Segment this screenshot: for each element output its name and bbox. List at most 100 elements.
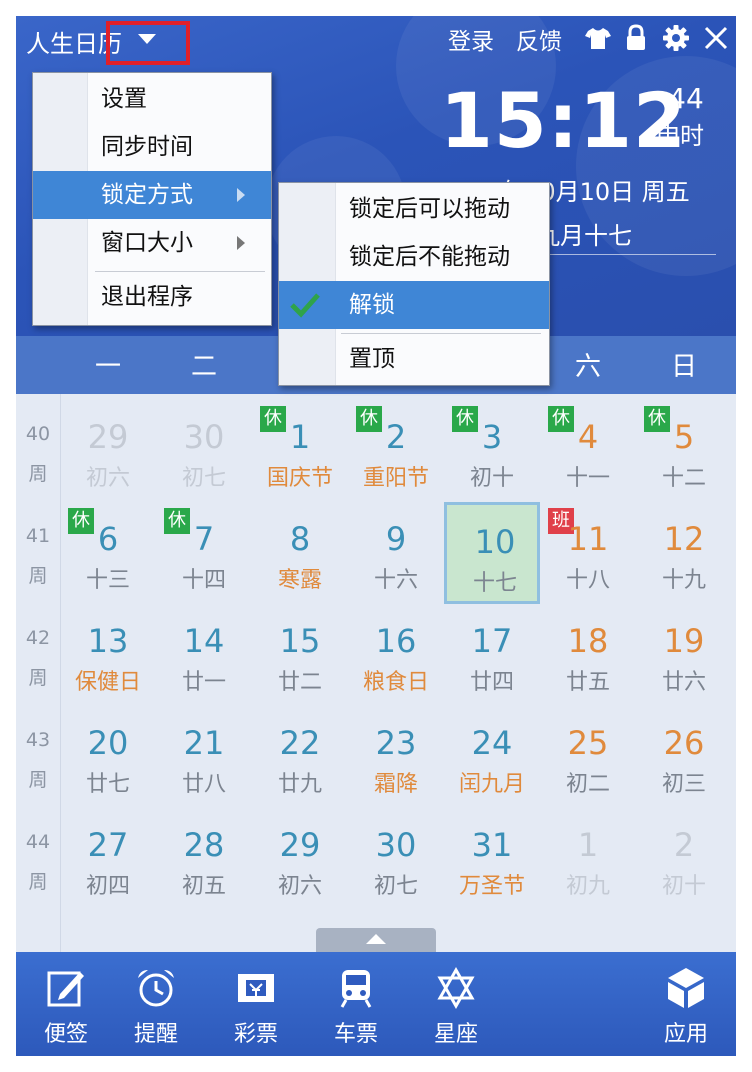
day-cell[interactable]: 9 十六 — [348, 502, 444, 604]
day-number: 29 — [87, 418, 129, 456]
alarm-clock-icon — [138, 970, 174, 1007]
day-number: 3 — [481, 418, 503, 456]
main-menu: 设置 同步时间 锁定方式 窗口大小 退出程序 — [32, 72, 272, 326]
chevron-right-icon — [237, 188, 245, 202]
toolbar-label: 星座 — [433, 1022, 478, 1047]
menu-item-window-size[interactable]: 窗口大小 — [33, 219, 271, 267]
lunar-day: 初七 — [181, 466, 226, 491]
day-number: 22 — [279, 724, 321, 762]
day-cell[interactable]: 23 霜降 — [348, 706, 444, 808]
menu-item-lock-draggable[interactable]: 锁定后可以拖动 — [279, 185, 549, 233]
toolbar-label: 便签 — [43, 1022, 88, 1047]
day-number: 15 — [279, 622, 321, 660]
toolbar-train-ticket-button[interactable]: 车票 — [316, 966, 396, 1048]
day-cell[interactable]: 22 廿九 — [252, 706, 348, 808]
shirt-icon[interactable] — [584, 24, 612, 52]
day-cell[interactable]: 18 廿五 — [540, 604, 636, 706]
toolbar-horoscope-button[interactable]: 星座 — [416, 966, 496, 1048]
day-cell[interactable]: 8 寒露 — [252, 502, 348, 604]
day-number: 8 — [289, 520, 311, 558]
menu-item-label: 窗口大小 — [101, 230, 193, 256]
day-cell[interactable]: 2 初十 — [636, 808, 732, 910]
chevron-up-icon — [366, 934, 386, 944]
day-cell[interactable]: 14 廿一 — [156, 604, 252, 706]
menu-item-label: 退出程序 — [101, 284, 193, 310]
toolbar-note-button[interactable]: 便签 — [26, 966, 106, 1048]
week-number-value: 42 — [25, 627, 51, 649]
expand-toggle[interactable] — [316, 928, 436, 952]
day-cell[interactable]: 25 初二 — [540, 706, 636, 808]
close-icon[interactable] — [702, 24, 730, 52]
week-number-label: 周 — [28, 871, 48, 893]
day-cell[interactable]: 17 廿四 — [444, 604, 540, 706]
day-cell[interactable]: 19 廿六 — [636, 604, 732, 706]
day-cell[interactable]: 休 5 十二 — [636, 400, 732, 502]
lunar-day: 十九 — [661, 568, 706, 593]
gear-icon[interactable] — [662, 24, 690, 52]
day-cell[interactable]: 21 廿八 — [156, 706, 252, 808]
toolbar-apps-button[interactable]: 应用 — [646, 966, 726, 1048]
menu-item-exit[interactable]: 退出程序 — [33, 273, 271, 321]
menu-item-lock-mode[interactable]: 锁定方式 — [33, 171, 271, 219]
lunar-day: 廿四 — [469, 670, 514, 695]
toolbar-reminder-button[interactable]: 提醒 — [116, 966, 196, 1048]
week-number-value: 41 — [25, 525, 51, 547]
day-cell[interactable]: 26 初三 — [636, 706, 732, 808]
day-cell[interactable]: 1 初九 — [540, 808, 636, 910]
day-cell[interactable]: 15 廿二 — [252, 604, 348, 706]
day-cell[interactable]: 12 十九 — [636, 502, 732, 604]
menu-item-always-on-top[interactable]: 置顶 — [279, 335, 549, 383]
lunar-day: 廿五 — [565, 670, 610, 695]
day-cell[interactable]: 休 3 初十 — [444, 400, 540, 502]
lock-mode-submenu: 锁定后可以拖动 锁定后不能拖动 解锁 置顶 — [278, 182, 550, 386]
menu-trigger-highlight[interactable] — [106, 21, 190, 65]
day-cell[interactable]: 20 廿七 — [60, 706, 156, 808]
toolbar-lottery-button[interactable]: 彩票 — [216, 966, 296, 1048]
menu-item-sync-time[interactable]: 同步时间 — [33, 123, 271, 171]
menu-item-label: 锁定方式 — [101, 182, 193, 208]
week-number-value: 43 — [25, 729, 51, 751]
day-cell[interactable]: 休 1 国庆节 — [252, 400, 348, 502]
lunar-day: 廿八 — [181, 772, 226, 797]
day-cell[interactable]: 16 粮食日 — [348, 604, 444, 706]
lunar-day: 廿七 — [85, 772, 130, 797]
lock-icon[interactable] — [622, 24, 650, 52]
weekday-label: 二 — [190, 352, 217, 382]
day-number: 30 — [375, 826, 417, 864]
day-cell[interactable]: 班 11 十八 — [540, 502, 636, 604]
menu-item-unlock[interactable]: 解锁 — [279, 281, 549, 329]
menu-item-settings[interactable]: 设置 — [33, 75, 271, 123]
day-cell[interactable]: 休 2 重阳节 — [348, 400, 444, 502]
day-cell[interactable]: 27 初四 — [60, 808, 156, 910]
day-cell[interactable]: 28 初五 — [156, 808, 252, 910]
day-cell[interactable]: 13 保健日 — [60, 604, 156, 706]
day-cell[interactable]: 休 4 十一 — [540, 400, 636, 502]
clock-seconds: 44 — [668, 82, 704, 115]
day-cell[interactable]: 31 万圣节 — [444, 808, 540, 910]
lunar-day: 初四 — [85, 874, 130, 899]
shichen-label: 申时 — [656, 122, 704, 150]
day-number: 16 — [375, 622, 417, 660]
day-cell[interactable]: 30 初七 — [348, 808, 444, 910]
lunar-day: 廿二 — [277, 670, 322, 695]
menu-item-lock-fixed[interactable]: 锁定后不能拖动 — [279, 233, 549, 281]
day-cell[interactable]: 24 闰九月 — [444, 706, 540, 808]
day-number: 5 — [673, 418, 695, 456]
week-number-value: 44 — [25, 831, 51, 853]
note-icon — [47, 971, 84, 1007]
weekday-label: 六 — [574, 352, 601, 382]
login-link[interactable]: 登录 — [448, 22, 494, 56]
day-cell[interactable]: 29 初六 — [60, 400, 156, 502]
lunar-day: 十八 — [565, 568, 610, 593]
lunar-day: 国庆节 — [266, 466, 333, 491]
day-number: 14 — [183, 622, 225, 660]
day-cell[interactable]: 休 6 十三 — [60, 502, 156, 604]
day-cell[interactable]: 30 初七 — [156, 400, 252, 502]
day-number: 2 — [673, 826, 695, 864]
day-cell-today[interactable]: 10 十七 — [444, 502, 540, 604]
menu-item-label: 置顶 — [349, 346, 395, 372]
day-cell[interactable]: 休 7 十四 — [156, 502, 252, 604]
day-cell[interactable]: 29 初六 — [252, 808, 348, 910]
checkmark-icon — [290, 293, 320, 318]
feedback-link[interactable]: 反馈 — [516, 22, 562, 56]
